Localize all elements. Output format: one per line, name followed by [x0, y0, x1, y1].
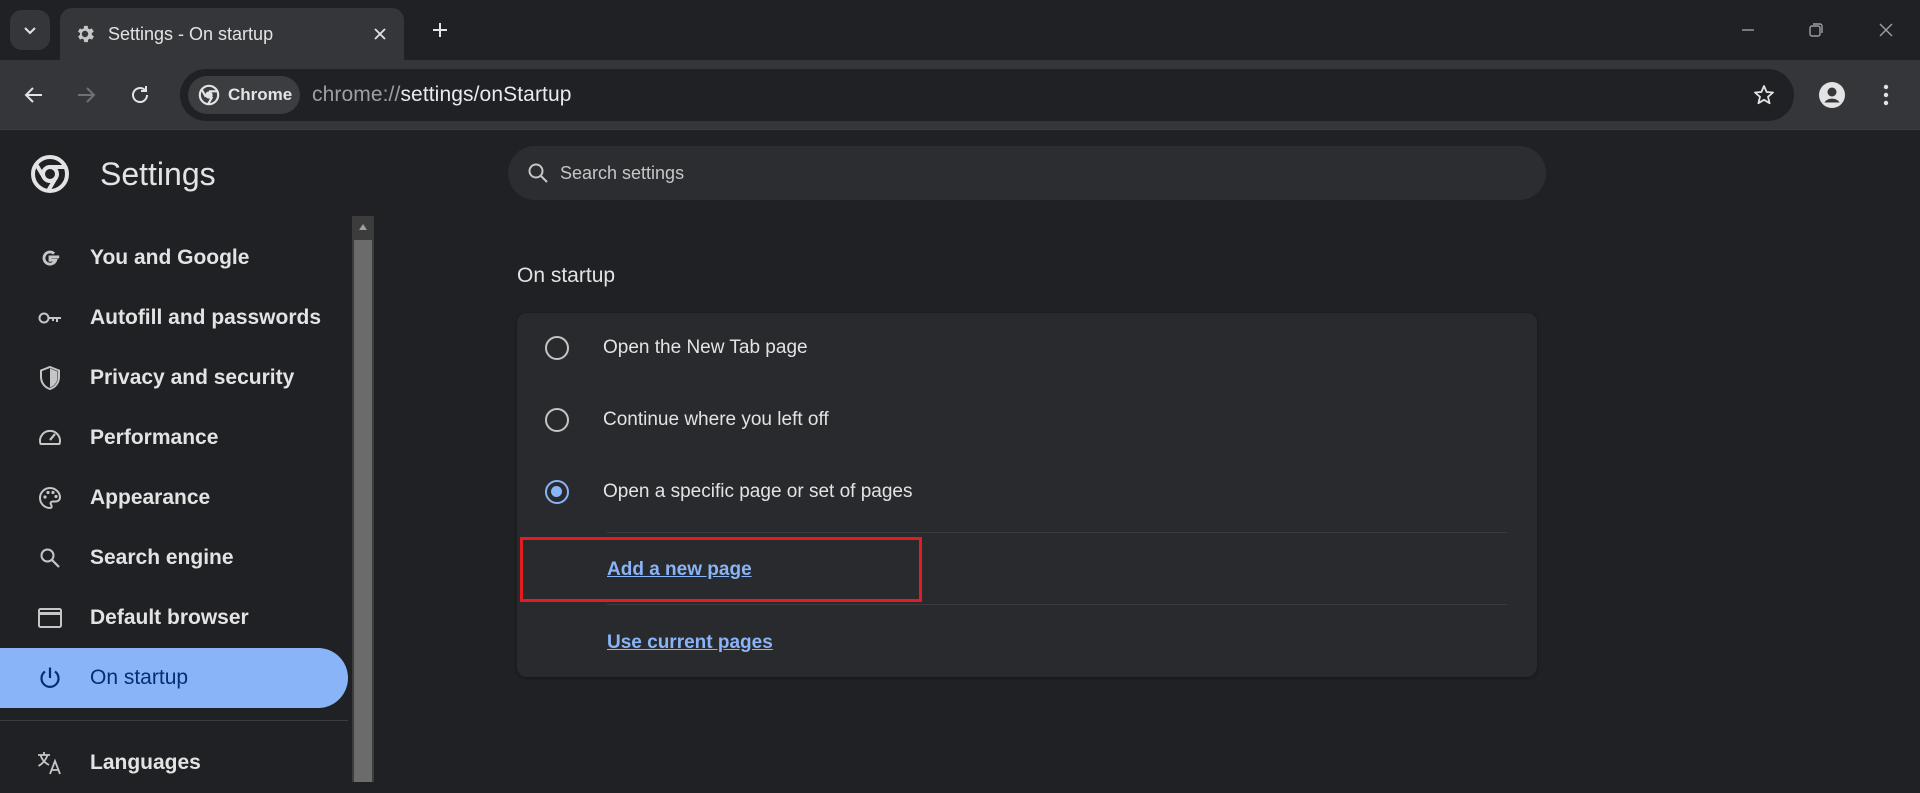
sidebar-divider	[0, 720, 348, 721]
new-tab-button[interactable]	[422, 12, 458, 48]
tab-close-button[interactable]	[366, 20, 394, 48]
sidebar-item-privacy[interactable]: Privacy and security	[0, 348, 348, 408]
option-new-tab[interactable]: Open the New Tab page	[517, 313, 1537, 383]
gear-icon	[78, 25, 94, 43]
card-divider	[607, 604, 1507, 605]
search-input[interactable]: Search settings	[508, 146, 1546, 200]
reload-icon	[132, 86, 148, 103]
key-icon	[36, 304, 64, 332]
option-continue[interactable]: Continue where you left off	[517, 385, 1537, 455]
sidebar-item-on-startup[interactable]: On startup	[0, 648, 348, 708]
star-icon	[1754, 85, 1774, 105]
back-button[interactable]	[14, 75, 54, 115]
sidebar-item-languages[interactable]: Languages	[0, 733, 348, 793]
sidebar-item-search-engine[interactable]: Search engine	[0, 528, 348, 588]
forward-button[interactable]	[66, 75, 106, 115]
shield-icon	[36, 364, 64, 392]
reload-button[interactable]	[120, 75, 160, 115]
close-icon	[1879, 23, 1893, 37]
radio-continue[interactable]	[545, 408, 569, 432]
close-window-button[interactable]	[1866, 10, 1906, 50]
google-g-icon	[36, 244, 64, 272]
chrome-logo-icon	[198, 84, 220, 106]
restore-icon	[1809, 23, 1823, 37]
sidebar-item-default-browser[interactable]: Default browser	[0, 588, 348, 648]
search-placeholder: Search settings	[560, 162, 685, 183]
search-icon	[528, 163, 548, 183]
translate-icon	[36, 749, 64, 777]
power-icon	[36, 664, 64, 692]
radio-specific-pages[interactable]	[545, 480, 569, 504]
section-title: On startup	[517, 264, 616, 287]
menu-button[interactable]	[1866, 75, 1906, 115]
highlight-box	[520, 537, 922, 602]
speedometer-icon	[36, 424, 64, 452]
use-current-pages-link[interactable]: Use current pages	[607, 632, 773, 654]
more-vert-icon	[1883, 84, 1889, 106]
arrow-left-icon	[24, 87, 42, 103]
tab-strip: Settings - On startup	[0, 0, 1920, 60]
tab-search-button[interactable]	[10, 10, 50, 50]
close-icon	[374, 28, 386, 40]
chrome-logo-icon	[31, 155, 69, 193]
arrow-right-icon	[78, 87, 96, 103]
plus-icon	[433, 23, 447, 37]
browser-window-icon	[36, 604, 64, 632]
search-icon	[36, 544, 64, 572]
radio-new-tab[interactable]	[545, 336, 569, 360]
sidebar-item-autofill[interactable]: Autofill and passwords	[0, 288, 348, 348]
bookmark-button[interactable]	[1744, 75, 1784, 115]
chip-label: Chrome	[228, 85, 293, 104]
sidebar-scrollbar[interactable]	[352, 216, 374, 782]
restore-button[interactable]	[1796, 10, 1836, 50]
startup-options-card: Open the New Tab page Continue where you…	[517, 313, 1537, 677]
triangle-up-icon	[359, 224, 367, 230]
address-bar[interactable]: Chrome chrome://settings/onStartup	[180, 69, 1794, 121]
toolbar: Chrome chrome://settings/onStartup	[0, 60, 1920, 130]
url-text[interactable]: chrome://settings/onStartup	[312, 83, 572, 107]
sidebar-item-appearance[interactable]: Appearance	[0, 468, 348, 528]
site-info-chip[interactable]: Chrome	[188, 76, 300, 114]
minimize-icon	[1742, 29, 1754, 31]
tab-title: Settings - On startup	[108, 23, 274, 44]
scroll-up-button[interactable]	[352, 216, 374, 238]
account-icon	[1819, 82, 1845, 108]
profile-button[interactable]	[1812, 75, 1852, 115]
scroll-thumb[interactable]	[354, 240, 372, 782]
chevron-down-icon	[24, 27, 36, 35]
sidebar-item-performance[interactable]: Performance	[0, 408, 348, 468]
tab-settings[interactable]: Settings - On startup	[60, 8, 404, 60]
page-title: Settings	[100, 156, 216, 192]
sidebar-item-you-and-google[interactable]: You and Google	[0, 228, 348, 288]
option-specific-pages[interactable]: Open a specific page or set of pages	[517, 457, 1537, 527]
card-divider	[607, 532, 1507, 533]
palette-icon	[36, 484, 64, 512]
sidebar: You and Google Autofill and passwords Pr…	[0, 220, 352, 782]
minimize-button[interactable]	[1728, 10, 1768, 50]
